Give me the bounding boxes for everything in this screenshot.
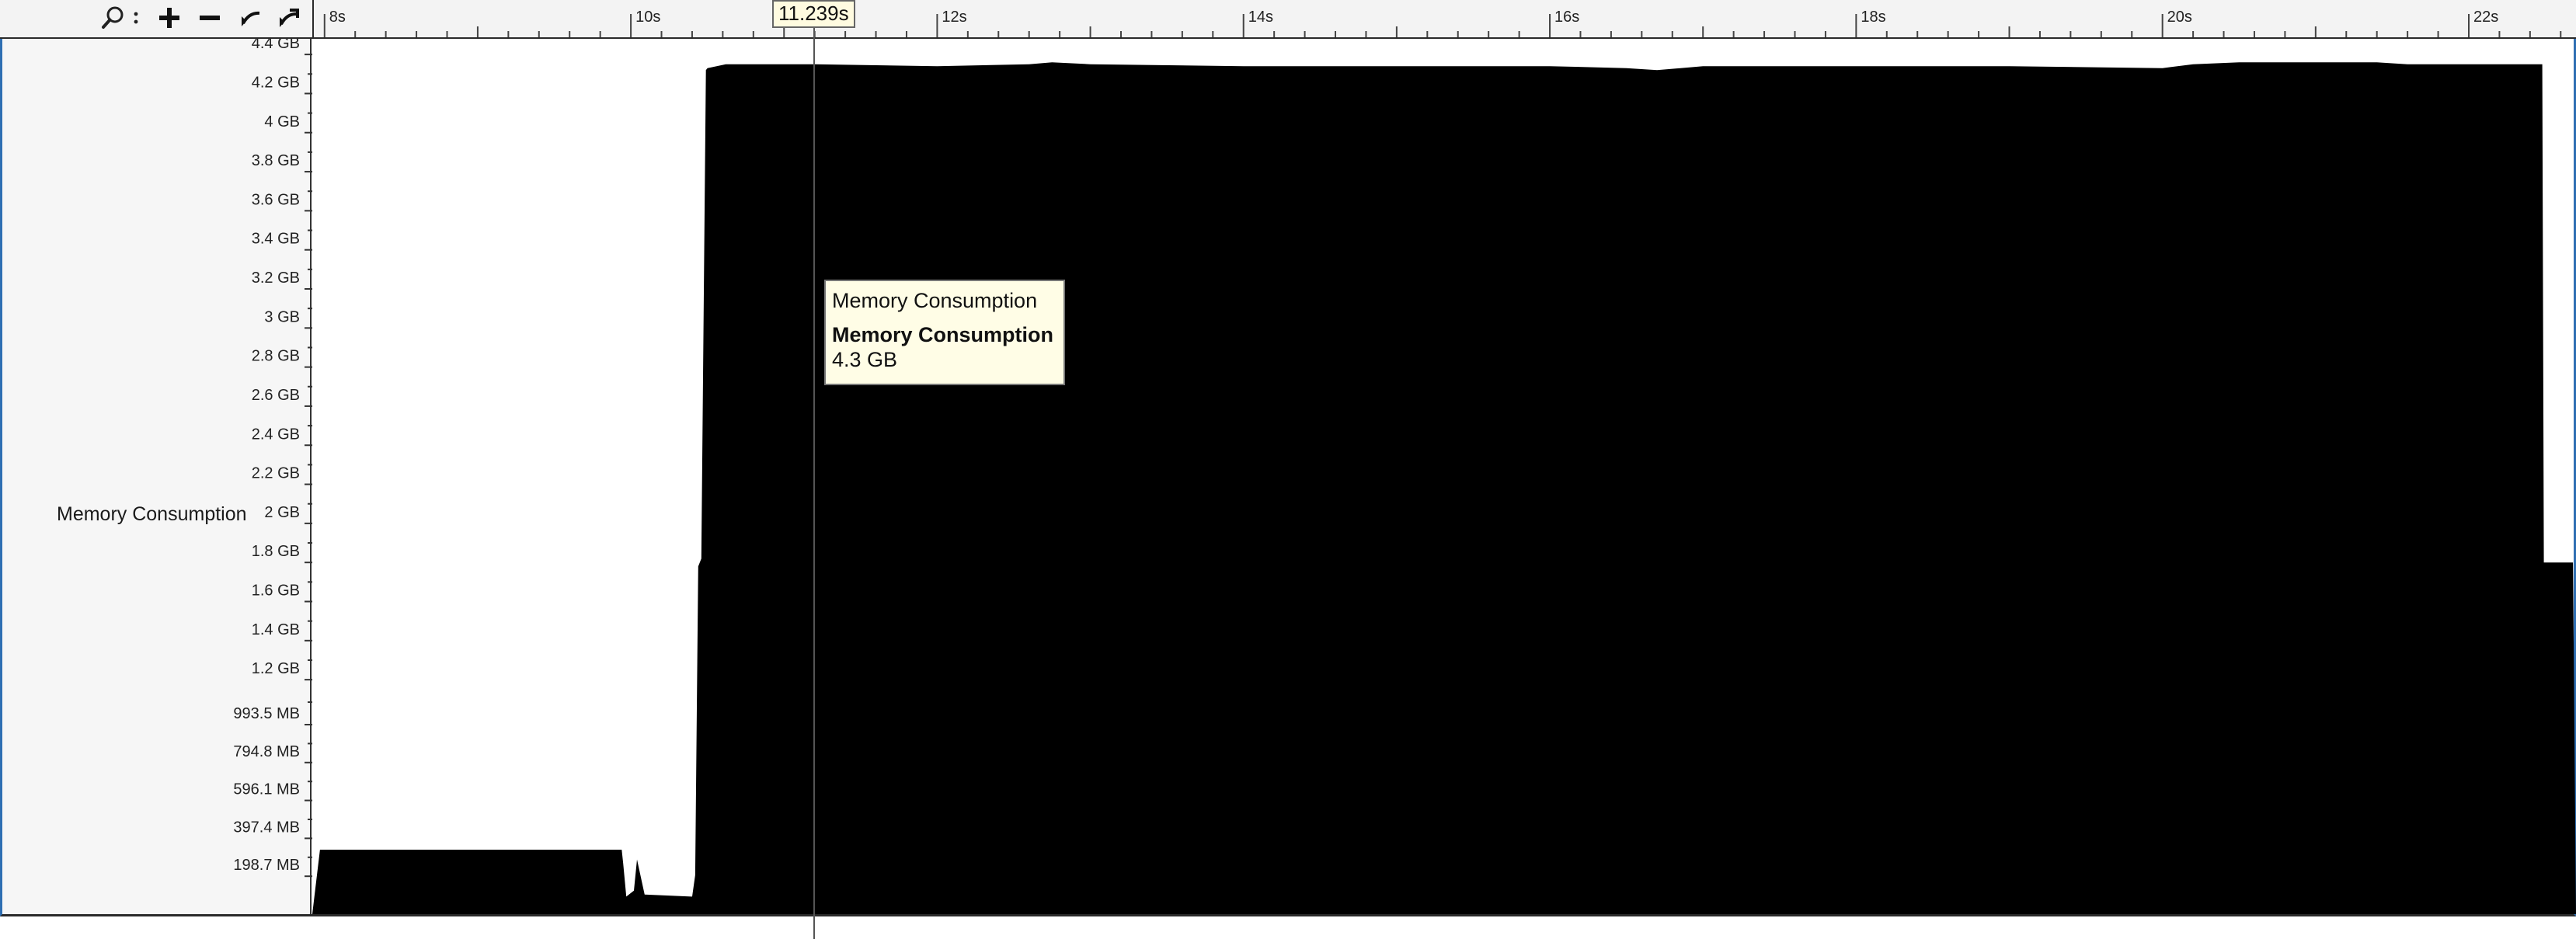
x-tick-label: 8s bbox=[329, 9, 346, 26]
zoom-in-icon bbox=[158, 6, 181, 30]
y-tick-label: 198.7 MB bbox=[233, 857, 300, 874]
y-tick-label: 3.8 GB bbox=[252, 152, 300, 169]
x-tick-label: 16s bbox=[1554, 9, 1579, 26]
x-tick-label: 18s bbox=[1861, 9, 1885, 26]
y-tick-label: 3.2 GB bbox=[252, 270, 300, 287]
y-tick-label: 1.2 GB bbox=[252, 660, 300, 677]
zoom-tool-dropdown[interactable] bbox=[131, 0, 141, 36]
zoom-undo-icon bbox=[238, 6, 262, 30]
y-tick-label: 2.4 GB bbox=[252, 426, 300, 443]
zoom-reset-button[interactable] bbox=[275, 0, 303, 36]
tooltip-value: 4.3 GB bbox=[832, 348, 898, 371]
x-tick-label: 12s bbox=[942, 9, 966, 26]
memory-plot-area[interactable] bbox=[312, 39, 2576, 916]
memory-area-series bbox=[312, 62, 2576, 914]
time-cursor-line[interactable] bbox=[813, 26, 815, 939]
y-tick-label: 1.6 GB bbox=[252, 583, 300, 600]
y-tick-label: 2.2 GB bbox=[252, 465, 300, 482]
y-tick-label: 1.8 GB bbox=[252, 543, 300, 560]
y-tick-label: 1.4 GB bbox=[252, 621, 300, 638]
y-tick-label: 3.6 GB bbox=[252, 191, 300, 208]
ruler-left-edge bbox=[312, 0, 314, 37]
time-cursor-label: 11.239s bbox=[772, 0, 855, 28]
y-tick-label: 794.8 MB bbox=[233, 743, 300, 760]
zoom-reset-icon bbox=[277, 6, 301, 30]
zoom-search-icon bbox=[100, 5, 127, 31]
memory-y-axis: 198.7 MB 397.4 MB 596.1 MB 794.8 MB 993.5 MB… bbox=[233, 39, 312, 914]
zoom-out-button[interactable] bbox=[196, 0, 224, 36]
tooltip-series-name: Memory Consumption bbox=[832, 323, 1054, 346]
x-tick-label: 22s bbox=[2473, 9, 2498, 26]
zoom-out-icon bbox=[198, 6, 221, 30]
time-axis: 8s 10s 12s 14s 16s 18s 20s 22s bbox=[312, 0, 2562, 37]
zoom-toolbar bbox=[0, 0, 312, 39]
bottom-strip bbox=[0, 919, 2576, 939]
time-ruler[interactable]: 8s 10s 12s 14s 16s 18s 20s 22s bbox=[312, 0, 2576, 39]
zoom-undo-button[interactable] bbox=[236, 0, 264, 36]
y-tick-label: 4.4 GB bbox=[252, 39, 300, 52]
value-tooltip: Memory Consumption Memory Consumption 4.… bbox=[824, 280, 1065, 385]
y-tick-label: 397.4 MB bbox=[233, 819, 300, 836]
profiler-window: 8s 10s 12s 14s 16s 18s 20s 22s Memory Consumpti… bbox=[0, 0, 2576, 939]
y-tick-label: 596.1 MB bbox=[233, 781, 300, 798]
x-tick-label: 10s bbox=[635, 9, 660, 26]
zoom-tool-button[interactable] bbox=[98, 0, 129, 36]
memory-area-chart bbox=[312, 62, 2576, 914]
colon-separator-icon bbox=[133, 10, 139, 26]
y-tick-label: 3.4 GB bbox=[252, 231, 300, 248]
y-tick-label: 4.2 GB bbox=[252, 74, 300, 91]
y-tick-label: 993.5 MB bbox=[233, 705, 300, 722]
tooltip-title: Memory Consumption bbox=[832, 289, 1038, 312]
y-tick-label: 2.8 GB bbox=[252, 348, 300, 365]
y-tick-label: 3 GB bbox=[264, 308, 300, 325]
y-tick-label: 2 GB bbox=[264, 504, 300, 521]
y-tick-label: 4 GB bbox=[264, 113, 300, 130]
y-tick-label: 2.6 GB bbox=[252, 387, 300, 404]
x-tick-label: 14s bbox=[1248, 9, 1273, 26]
zoom-in-button[interactable] bbox=[155, 0, 183, 36]
x-tick-label: 20s bbox=[2167, 9, 2192, 26]
